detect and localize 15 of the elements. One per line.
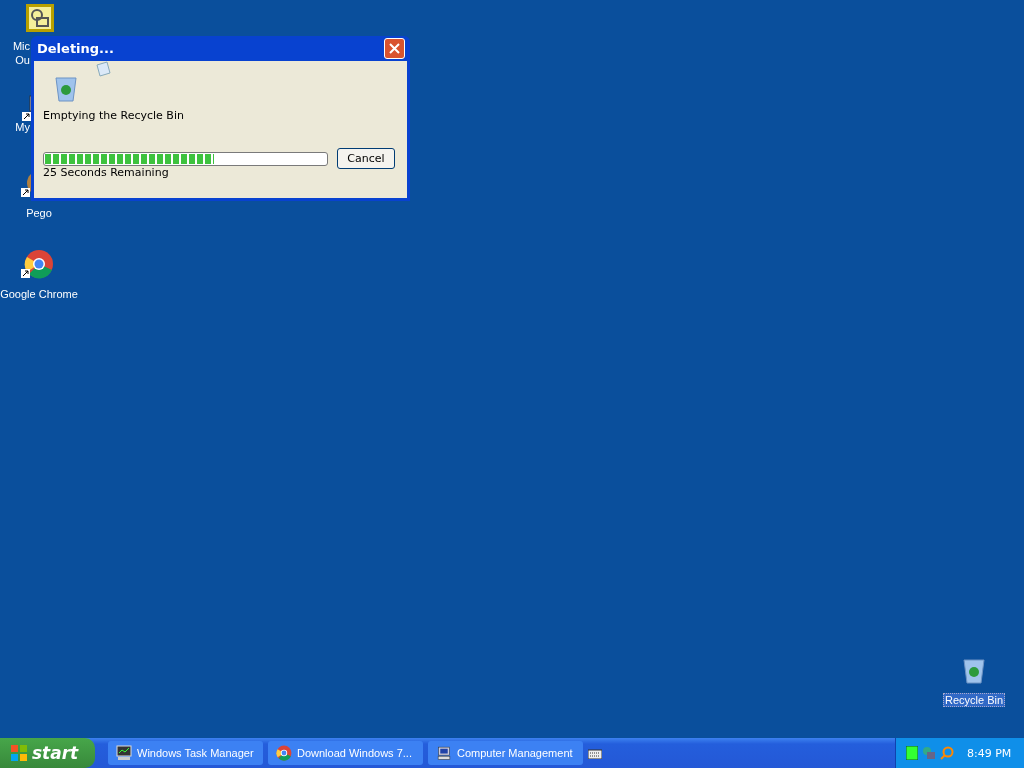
taskbar-button[interactable]: Windows Task Manager	[108, 741, 263, 765]
icon-label[interactable]: Google Chrome	[0, 287, 80, 301]
status-message: Emptying the Recycle Bin	[43, 109, 185, 122]
taskbar-button[interactable]: Download Windows 7...	[268, 741, 423, 765]
window-title: Deleting...	[37, 41, 114, 56]
icon-label[interactable]: Pego	[24, 206, 54, 220]
icon-label[interactable]: Mic	[10, 39, 32, 53]
icon-label[interactable]: My	[13, 120, 32, 134]
icon-label[interactable]: Recycle Bin	[942, 693, 1006, 707]
icon-label[interactable]: Ou	[13, 53, 32, 67]
clock: 8:49 PM	[967, 746, 1012, 760]
start-button[interactable]: start	[0, 738, 95, 768]
cancel-button[interactable]: Cancel	[337, 148, 395, 169]
taskbar-button[interactable]: Computer Management	[428, 741, 583, 765]
time-remaining: 25 Seconds Remaining	[43, 166, 170, 179]
